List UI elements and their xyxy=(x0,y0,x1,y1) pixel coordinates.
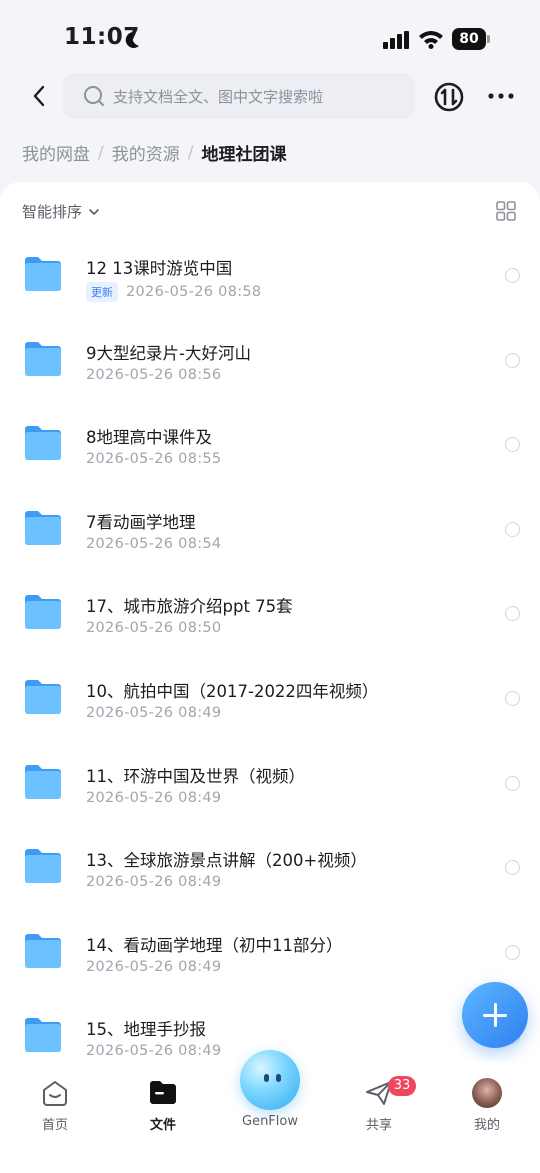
folder-icon xyxy=(25,426,61,461)
file-meta: 2026-05-26 08:49 xyxy=(86,959,221,975)
signal-icon xyxy=(383,31,409,49)
breadcrumb-item-my-resources[interactable]: 我的资源 xyxy=(112,140,180,165)
file-date: 2026-05-26 08:49 xyxy=(86,874,222,891)
file-date: 2026-05-26 08:49 xyxy=(86,1043,222,1060)
select-radio[interactable] xyxy=(505,521,520,537)
file-date: 2026-05-26 08:56 xyxy=(86,366,222,383)
folder-icon xyxy=(25,595,61,630)
select-radio[interactable] xyxy=(505,268,520,283)
folder-icon xyxy=(25,764,61,799)
file-date: 2026-05-26 08:49 xyxy=(86,958,222,975)
file-meta: 2026-05-26 08:54 xyxy=(86,536,221,552)
file-row[interactable]: 11、环游中国及世界（视频） 2026-05-26 08:49 xyxy=(0,730,540,815)
tab-me-label: 我的 xyxy=(473,1118,500,1133)
back-icon[interactable] xyxy=(26,82,54,110)
file-name: 9大型纪录片-大好河山 xyxy=(86,343,251,363)
file-name: 8地理高中课件及 xyxy=(86,428,212,448)
file-meta: 2026-05-26 08:50 xyxy=(86,620,221,636)
tab-home[interactable]: 首页 xyxy=(10,1078,100,1133)
tab-genflow-label: GenFlow xyxy=(242,1114,298,1129)
file-meta: 2026-05-26 08:49 xyxy=(86,790,221,806)
tab-files[interactable]: 文件 xyxy=(118,1078,208,1133)
home-icon xyxy=(43,1081,67,1106)
file-name: 11、环游中国及世界（视频） xyxy=(86,766,305,786)
file-row[interactable]: 13、全球旅游景点讲解（200+视频） 2026-05-26 08:49 xyxy=(0,814,540,899)
sort-dropdown[interactable]: 智能排序 xyxy=(22,201,100,222)
file-date: 2026-05-26 08:58 xyxy=(126,284,262,300)
genflow-button[interactable] xyxy=(240,1050,300,1110)
files-icon xyxy=(150,1081,176,1104)
avatar xyxy=(472,1078,502,1108)
file-name: 17、城市旅游介绍ppt 75套 xyxy=(86,597,293,617)
select-radio[interactable] xyxy=(505,352,520,368)
file-row[interactable]: 10、航拍中国（2017-2022四年视频） 2026-05-26 08:49 xyxy=(0,645,540,730)
folder-icon xyxy=(25,679,61,714)
file-panel: 智能排序 12 13课时游览中国 更新 2026-05-26 08:58 9大型… xyxy=(0,182,540,1082)
moon-icon xyxy=(125,31,139,48)
breadcrumb-separator: / xyxy=(187,142,194,163)
file-date: 2026-05-26 08:54 xyxy=(86,535,222,552)
wifi-icon xyxy=(419,31,443,49)
more-icon[interactable] xyxy=(487,86,515,106)
folder-icon xyxy=(25,510,61,545)
select-radio[interactable] xyxy=(505,860,520,876)
tab-files-label: 文件 xyxy=(149,1118,176,1133)
select-radio[interactable] xyxy=(505,944,520,960)
select-radio[interactable] xyxy=(505,606,520,622)
file-row[interactable]: 7看动画学地理 2026-05-26 08:54 xyxy=(0,476,540,561)
file-date: 2026-05-26 08:50 xyxy=(86,620,222,637)
file-row[interactable]: 14、看动画学地理（初中11部分） 2026-05-26 08:49 xyxy=(0,899,540,984)
file-meta: 更新 2026-05-26 08:58 xyxy=(86,282,261,302)
select-radio[interactable] xyxy=(505,690,520,706)
file-row[interactable]: 9大型纪录片-大好河山 2026-05-26 08:56 xyxy=(0,307,540,392)
breadcrumb-separator: / xyxy=(98,142,104,163)
file-name: 14、看动画学地理（初中11部分） xyxy=(86,935,343,955)
breadcrumb-item-my-drive[interactable]: 我的网盘 xyxy=(22,140,90,165)
search-placeholder: 支持文档全文、图中文字搜索啦 xyxy=(113,88,324,106)
file-name: 7看动画学地理 xyxy=(86,512,196,532)
battery-level: 80 xyxy=(452,28,486,50)
orb-eye xyxy=(276,1074,281,1082)
folder-icon xyxy=(25,257,61,291)
file-meta: 2026-05-26 08:55 xyxy=(86,451,221,467)
file-list: 12 13课时游览中国 更新 2026-05-26 08:58 9大型纪录片-大… xyxy=(0,222,540,1068)
file-name: 10、航拍中国（2017-2022四年视频） xyxy=(86,681,379,701)
file-date: 2026-05-26 08:49 xyxy=(86,704,222,721)
file-row[interactable]: 12 13课时游览中国 更新 2026-05-26 08:58 xyxy=(0,222,540,307)
search-input[interactable]: 支持文档全文、图中文字搜索啦 xyxy=(63,73,415,119)
file-meta: 2026-05-26 08:56 xyxy=(86,367,221,383)
search-icon xyxy=(84,86,104,106)
file-date: 2026-05-26 08:55 xyxy=(86,451,222,468)
file-row[interactable]: 8地理高中课件及 2026-05-26 08:55 xyxy=(0,391,540,476)
file-meta: 2026-05-26 08:49 xyxy=(86,1043,221,1059)
share-badge: 33 xyxy=(388,1076,416,1096)
folder-icon xyxy=(25,933,61,968)
select-radio[interactable] xyxy=(505,775,520,791)
file-name: 15、地理手抄报 xyxy=(86,1020,206,1040)
folder-icon xyxy=(25,849,61,884)
tab-home-label: 首页 xyxy=(41,1118,68,1133)
tab-me[interactable]: 我的 xyxy=(442,1078,532,1133)
grid-icon[interactable] xyxy=(496,201,516,221)
file-date: 2026-05-26 08:49 xyxy=(86,789,222,806)
orb-eye xyxy=(264,1074,269,1082)
breadcrumb-current: 地理社团课 xyxy=(201,145,287,165)
transfer-icon[interactable] xyxy=(434,82,464,112)
update-badge: 更新 xyxy=(86,282,118,302)
select-radio[interactable] xyxy=(505,437,520,453)
file-meta: 2026-05-26 08:49 xyxy=(86,705,221,721)
chevron-down-icon xyxy=(89,208,99,215)
folder-icon xyxy=(25,1018,61,1053)
tab-share-label: 共享 xyxy=(365,1118,392,1133)
battery-icon: 80 xyxy=(452,28,490,50)
add-button[interactable] xyxy=(462,982,528,1048)
breadcrumb: 我的网盘 / 我的资源 / 地理社团课 xyxy=(22,140,287,166)
file-name: 12 13课时游览中国 xyxy=(86,259,233,278)
file-name: 13、全球旅游景点讲解（200+视频） xyxy=(86,851,367,871)
file-row[interactable]: 17、城市旅游介绍ppt 75套 2026-05-26 08:50 xyxy=(0,560,540,645)
folder-icon xyxy=(25,341,61,376)
sort-label: 智能排序 xyxy=(22,203,83,221)
status-bar: 11:07 80 xyxy=(0,0,540,72)
file-meta: 2026-05-26 08:49 xyxy=(86,874,221,890)
